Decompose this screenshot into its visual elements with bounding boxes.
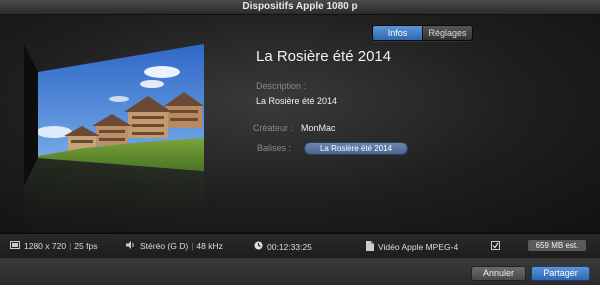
view-tabs: Infos Réglages <box>372 25 473 41</box>
creator-value[interactable]: MonMac <box>301 123 336 133</box>
checkbox-icon[interactable] <box>491 241 500 252</box>
description-value[interactable]: La Rosière été 2014 <box>256 96 337 106</box>
bottom-bar: Annuler Partager <box>0 258 600 285</box>
fps-value: 25 fps <box>74 241 98 251</box>
video-title: La Rosière été 2014 <box>256 48 392 65</box>
clock-icon <box>254 241 263 252</box>
tab-reglages[interactable]: Réglages <box>422 26 472 40</box>
format-value: Vidéo Apple MPEG-4 <box>378 242 459 252</box>
thumbnail-image <box>24 44 204 244</box>
share-panel: Infos Réglages La Rosière été 2014 Descr… <box>0 15 600 244</box>
video-thumbnail <box>24 44 206 244</box>
description-label: Description : <box>256 81 307 91</box>
format-status: Vidéo Apple MPEG-4 <box>366 241 458 253</box>
audio-value: Stéréo (G D) <box>140 241 189 251</box>
tab-infos[interactable]: Infos <box>373 26 422 40</box>
compatibility-checkbox[interactable] <box>491 241 504 252</box>
share-button[interactable]: Partager <box>531 266 590 281</box>
tag-token[interactable]: La Rosière été 2014 <box>304 142 408 155</box>
speaker-icon <box>126 241 136 251</box>
document-icon <box>366 241 374 253</box>
resolution-value: 1280 x 720 <box>24 241 67 251</box>
cancel-button[interactable]: Annuler <box>471 266 526 281</box>
sample-rate-value: 48 kHz <box>196 241 223 251</box>
file-size-badge: 659 MB est. <box>528 240 586 251</box>
film-frame-icon <box>10 241 20 251</box>
duration-status: 00:12:33:25 <box>254 241 312 252</box>
resolution-status: 1280 x 720 | 25 fps <box>10 241 97 251</box>
divider: | <box>69 241 72 251</box>
status-bar: 1280 x 720 | 25 fps Stéréo (G D) | 48 kH… <box>0 233 600 259</box>
divider: | <box>191 241 194 251</box>
creator-label: Créateur : <box>253 123 294 133</box>
audio-status: Stéréo (G D) | 48 kHz <box>126 241 223 251</box>
duration-value: 00:12:33:25 <box>267 241 312 252</box>
window-title: Dispositifs Apple 1080 p <box>0 0 600 15</box>
tags-label: Balises : <box>257 143 292 153</box>
